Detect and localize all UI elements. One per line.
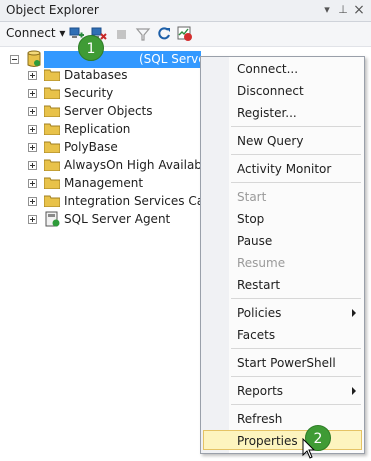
folder-icon xyxy=(44,141,60,153)
close-icon[interactable]: × xyxy=(352,3,366,17)
menu-item-refresh[interactable]: Refresh xyxy=(229,409,364,429)
tree-node-polybase[interactable]: PolyBase xyxy=(64,140,118,154)
expand-toggle[interactable] xyxy=(28,89,37,98)
menu-separator xyxy=(231,126,361,127)
folder-icon xyxy=(44,195,60,207)
expand-toggle[interactable] xyxy=(28,143,37,152)
folder-icon xyxy=(44,105,60,117)
sql-agent-icon xyxy=(45,211,60,227)
tree-node-databases[interactable]: Databases xyxy=(64,68,128,82)
menu-item-connect[interactable]: Connect... xyxy=(229,59,364,79)
tree-node-security[interactable]: Security xyxy=(64,86,113,100)
toolbar: Connect ▾ xyxy=(0,22,371,47)
expand-toggle[interactable] xyxy=(28,179,37,188)
menu-item-stop[interactable]: Stop xyxy=(229,209,364,229)
menu-separator xyxy=(231,348,361,349)
menu-separator xyxy=(231,154,361,155)
mouse-cursor-icon xyxy=(302,438,316,459)
expand-toggle[interactable] xyxy=(28,107,37,116)
tree-node-management[interactable]: Management xyxy=(64,176,143,190)
submenu-arrow-icon xyxy=(352,309,356,317)
submenu-arrow-icon xyxy=(352,387,356,395)
menu-item-resume: Resume xyxy=(237,256,286,270)
server-node-label: (SQL Server 13.0.1601.5 - THEGMAARTUHBR\… xyxy=(139,52,201,66)
expand-toggle[interactable] xyxy=(28,125,37,134)
expand-toggle[interactable] xyxy=(28,71,37,80)
menu-item-reports[interactable]: Reports xyxy=(229,381,364,401)
menu-item-activity-monitor[interactable]: Activity Monitor xyxy=(229,159,364,179)
tree-node-server-objects[interactable]: Server Objects xyxy=(64,104,153,118)
expand-toggle[interactable] xyxy=(28,161,37,170)
step-badge-1: 1 xyxy=(78,35,104,61)
menu-item-disconnect[interactable]: Disconnect xyxy=(229,81,364,101)
expand-toggle[interactable] xyxy=(28,215,37,224)
menu-item-facets[interactable]: Facets xyxy=(229,325,364,345)
context-menu: Connect... Disconnect Register... New Qu… xyxy=(200,56,365,454)
menu-item-properties[interactable]: Properties xyxy=(203,430,362,450)
menu-separator xyxy=(231,376,361,377)
menu-item-policies[interactable]: Policies xyxy=(229,303,364,323)
menu-item-start-powershell[interactable]: Start PowerShell xyxy=(229,353,364,373)
collapse-toggle[interactable] xyxy=(10,55,19,64)
menu-separator xyxy=(231,404,361,405)
folder-icon xyxy=(44,123,60,135)
server-icon xyxy=(27,50,41,67)
pin-icon[interactable]: ⊥ xyxy=(336,3,350,17)
server-node[interactable]: (SQL Server 13.0.1601.5 - THEGMAARTUHBR\… xyxy=(44,51,201,68)
refresh-icon[interactable] xyxy=(155,25,173,43)
menu-item-register[interactable]: Register... xyxy=(229,103,364,123)
menu-icon-gutter xyxy=(201,57,229,453)
menu-item-new-query[interactable]: New Query xyxy=(229,131,364,151)
folder-icon xyxy=(44,87,60,99)
folder-icon xyxy=(44,69,60,81)
menu-separator xyxy=(231,298,361,299)
tree-node-replication[interactable]: Replication xyxy=(64,122,130,136)
expand-toggle[interactable] xyxy=(28,197,37,206)
menu-item-pause[interactable]: Pause xyxy=(229,231,364,251)
tree-node-alwayson[interactable]: AlwaysOn High Availabilit xyxy=(64,158,217,172)
folder-icon xyxy=(44,177,60,189)
panel-title: Object Explorer xyxy=(6,3,99,17)
panel-title-bar: Object Explorer ▾ ⊥ × xyxy=(0,0,371,22)
activity-monitor-icon[interactable] xyxy=(176,25,194,43)
stop-icon xyxy=(117,30,126,39)
tree-node-sql-server-agent[interactable]: SQL Server Agent xyxy=(64,212,170,226)
menu-separator xyxy=(231,182,361,183)
folder-icon xyxy=(44,159,60,171)
menu-item-start: Start xyxy=(237,190,267,204)
menu-item-restart[interactable]: Restart xyxy=(229,275,364,295)
connect-dropdown-button[interactable]: Connect ▾ xyxy=(6,26,65,40)
dropdown-icon[interactable]: ▾ xyxy=(320,3,334,17)
filter-icon xyxy=(135,28,151,41)
